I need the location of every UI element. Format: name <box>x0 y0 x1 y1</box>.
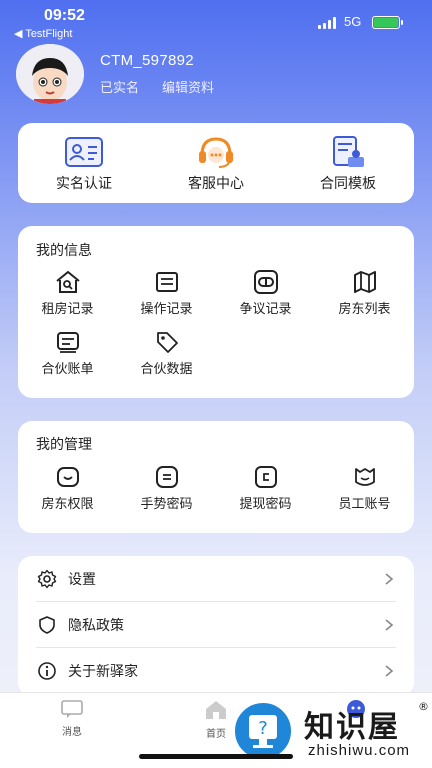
grid-item-label: 合伙账单 <box>41 362 94 377</box>
grid-item-label: 租房记录 <box>41 302 94 317</box>
grid-item-label: 提现密码 <box>239 497 292 512</box>
map-icon <box>351 268 379 296</box>
quick-actions-card: 实名认证 客服中心 合同模板 <box>18 123 414 203</box>
watermark-text: 知识屋 <box>304 710 400 745</box>
staff-account-item[interactable]: 员工账号 <box>315 463 414 523</box>
settings-list-card: 设置 隐私政策 关于新驿家 <box>18 556 414 696</box>
network-type: 5G <box>344 14 362 29</box>
grid-item-label: 操作记录 <box>140 302 193 317</box>
status-bar: 09:52 ◀ TestFlight 5G <box>0 0 432 44</box>
grid-item-label: 房东列表 <box>338 302 391 317</box>
watermark-domain: zhishiwu.com <box>308 742 411 759</box>
signal-icon <box>318 17 336 29</box>
message-icon <box>61 700 83 718</box>
chevron-right-icon <box>385 572 394 585</box>
gear-icon <box>36 568 58 590</box>
grid-item-label: 合伙数据 <box>140 362 193 377</box>
landlord-list-item[interactable]: 房东列表 <box>315 268 414 328</box>
quick-action-label: 客服中心 <box>188 176 244 192</box>
contract-icon <box>328 135 368 169</box>
avatar[interactable] <box>16 44 84 104</box>
gesture-lock-icon <box>153 463 181 491</box>
tab-label: 消息 <box>62 727 82 738</box>
tab-messages[interactable]: 消息 <box>42 699 102 738</box>
my-management-title: 我的管理 <box>36 437 92 453</box>
quick-action-id-verify[interactable]: 实名认证 <box>24 135 144 193</box>
house-search-icon <box>54 268 82 296</box>
chevron-right-icon <box>385 665 394 677</box>
watermark-registered: ® <box>418 700 429 713</box>
back-to-app-link[interactable]: ◀ TestFlight <box>14 27 72 40</box>
tag-icon <box>153 328 181 356</box>
verified-status: 已实名 <box>100 81 140 96</box>
username: CTM_597892 <box>100 52 194 69</box>
grid-item-label: 房东权限 <box>41 497 94 512</box>
document-icon <box>153 268 181 296</box>
shield-icon <box>36 614 58 636</box>
edit-profile-link[interactable]: 编辑资料 <box>162 77 214 96</box>
my-info-title: 我的信息 <box>36 243 92 259</box>
chevron-right-icon <box>385 618 394 631</box>
privacy-policy-label: 隐私政策 <box>68 617 124 634</box>
id-card-icon <box>64 135 104 169</box>
about-label: 关于新驿家 <box>68 664 138 680</box>
quick-action-label: 合同模板 <box>320 176 376 192</box>
partner-data-item[interactable]: 合伙数据 <box>117 328 216 388</box>
home-icon <box>206 701 226 719</box>
grid-item-label: 争议记录 <box>239 302 292 317</box>
gesture-password-item[interactable]: 手势密码 <box>117 463 216 523</box>
withdraw-lock-icon <box>252 463 280 491</box>
dispute-icon <box>252 268 280 296</box>
my-info-card: 我的信息 租房记录 操作记录 争议记录 房东列表 合伙账单 合伙数据 <box>18 226 414 398</box>
svg-text:?: ? <box>258 718 268 739</box>
profile-header: CTM_597892 已实名 编辑资料 <box>14 44 424 106</box>
battery-icon <box>372 16 403 29</box>
my-management-card: 我的管理 房东权限 手势密码 提现密码 员工账号 <box>18 421 414 533</box>
info-icon <box>36 660 58 682</box>
withdraw-password-item[interactable]: 提现密码 <box>216 463 315 523</box>
quick-action-support[interactable]: 客服中心 <box>156 135 276 193</box>
grid-item-label: 员工账号 <box>338 497 391 512</box>
about-row[interactable]: 关于新驿家 <box>36 648 396 694</box>
operation-records-item[interactable]: 操作记录 <box>117 268 216 328</box>
quick-action-label: 实名认证 <box>56 176 112 192</box>
partner-bill-item[interactable]: 合伙账单 <box>18 328 117 388</box>
landlord-permission-item[interactable]: 房东权限 <box>18 463 117 523</box>
permission-icon <box>54 463 82 491</box>
home-indicator <box>139 754 293 759</box>
settings-row-label: 设置 <box>68 571 96 588</box>
headset-icon <box>196 135 236 169</box>
bill-icon <box>54 328 82 356</box>
question-monitor-icon: ? <box>232 700 294 762</box>
settings-row[interactable]: 设置 <box>36 556 396 602</box>
dispute-records-item[interactable]: 争议记录 <box>216 268 315 328</box>
privacy-policy-row[interactable]: 隐私政策 <box>36 602 396 648</box>
rent-records-item[interactable]: 租房记录 <box>18 268 117 328</box>
staff-icon <box>351 463 379 491</box>
quick-action-contract[interactable]: 合同模板 <box>288 135 408 193</box>
grid-item-label: 手势密码 <box>140 497 193 512</box>
status-time: 09:52 <box>44 7 85 24</box>
